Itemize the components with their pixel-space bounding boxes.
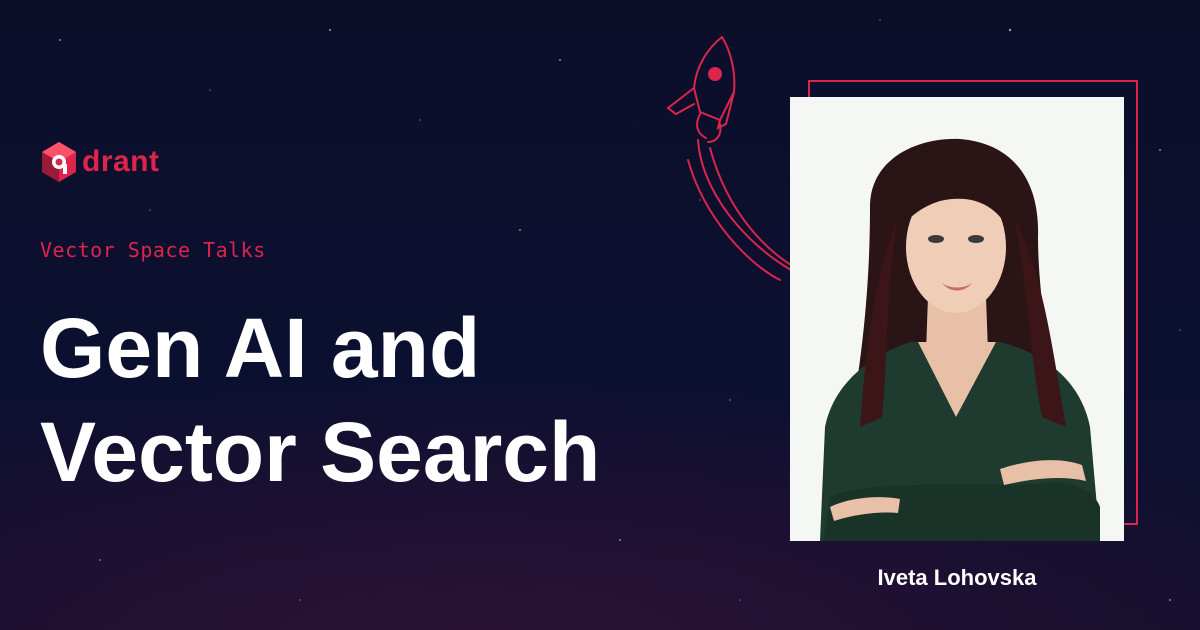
logo-wordmark: drant (82, 145, 160, 178)
qdrant-logo: drant (40, 140, 160, 184)
page-title: Gen AI and Vector Search (40, 296, 740, 504)
series-label: Vector Space Talks (40, 238, 266, 262)
speaker-photo (790, 97, 1124, 541)
speaker-portrait (790, 97, 1124, 541)
title-line-2: Vector Search (40, 405, 601, 499)
speaker-name: Iveta Lohovska (877, 565, 1037, 590)
qdrant-logo-icon (42, 142, 76, 182)
title-line-1: Gen AI and (40, 301, 481, 395)
